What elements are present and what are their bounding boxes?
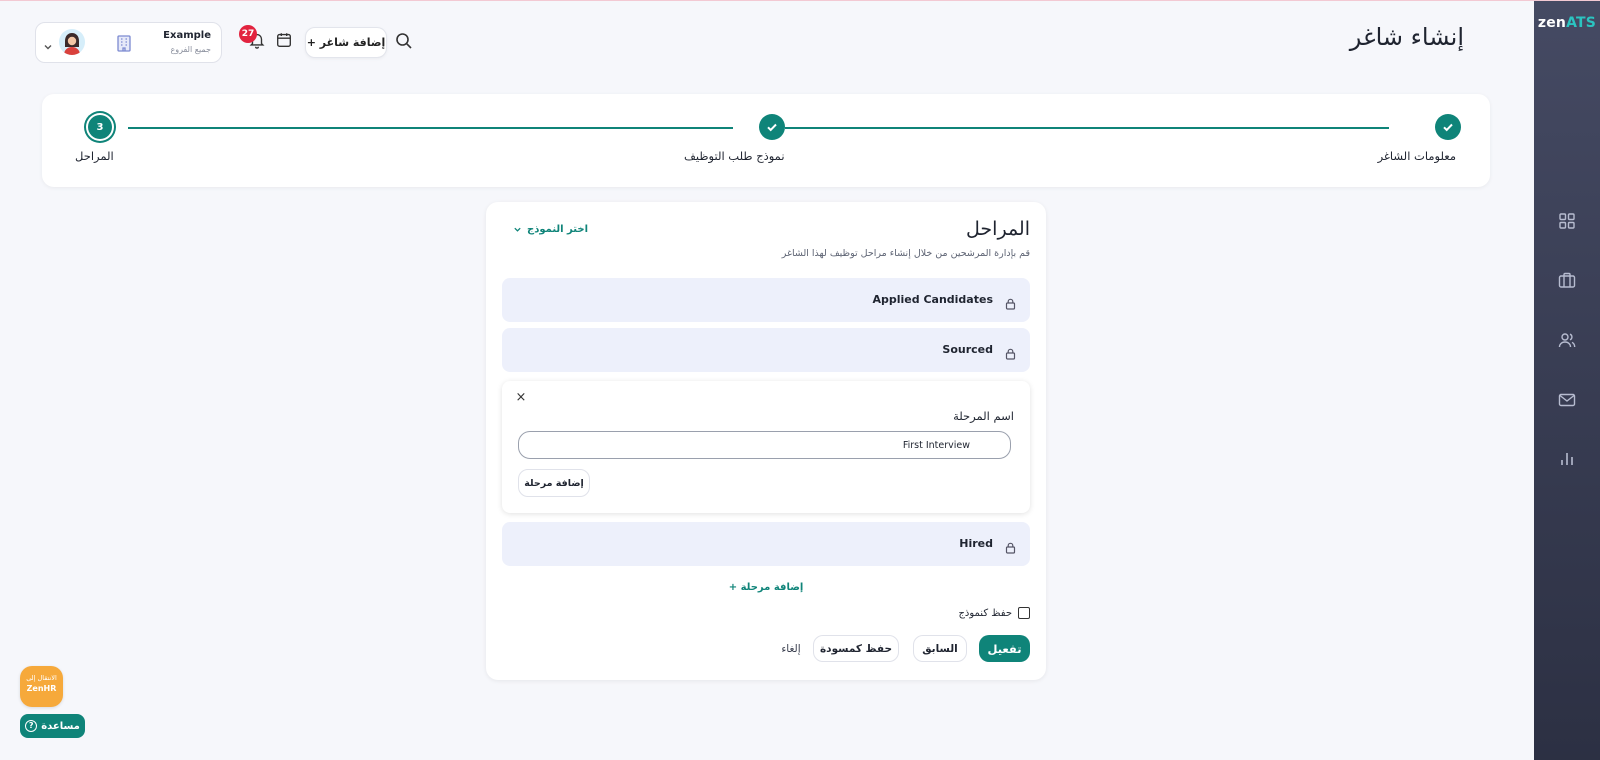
add-stage-button[interactable]: إضافة مرحلة [518,469,590,497]
new-stage-panel: × اسم المرحلة إضافة مرحلة [502,381,1030,513]
logo-text-ats: ATS [1566,15,1597,31]
add-job-button[interactable]: + إضافة شاغر [305,27,387,58]
stepper: معلومات الشاغر نموذج طلب التوظيف 3 المرا… [42,94,1490,187]
lock-icon [1005,539,1016,554]
activate-button[interactable]: تفعيل [979,635,1030,662]
users-icon[interactable] [1557,330,1577,350]
mail-icon[interactable] [1557,390,1577,410]
save-as-template-label: حفظ كنموذج [958,607,1012,619]
help-button[interactable]: مساعدة ? [20,714,85,738]
stage-name-input[interactable] [518,431,1011,459]
logo-text-zen: zen [1537,15,1567,31]
step-2-check-icon [759,114,785,140]
lock-icon [1005,345,1016,360]
help-label: مساعدة [41,720,80,732]
template-select-label: اختر النموذج [527,224,588,235]
stages-title: المراحل [966,218,1030,240]
step-connector [128,127,733,129]
save-draft-button[interactable]: حفظ كمسودة [813,635,899,662]
step-1-label: معلومات الشاغر [1377,149,1456,163]
step-2-label: نموذج طلب التوظيف [684,149,785,163]
calendar-icon[interactable] [275,31,293,49]
checkbox[interactable] [1018,607,1030,619]
stage-name: Hired [959,537,993,550]
page-title: إنشاء شاغر [1349,23,1464,51]
zenhr-line-2: ZenHR [26,684,57,693]
switch-to-zenhr-button[interactable]: الانتقال إلى ZenHR [20,666,63,707]
stage-row-applied: Applied Candidates [502,278,1030,322]
stage-row-hired: Hired [502,522,1030,566]
lock-icon [1005,295,1016,310]
stage-name: Sourced [942,343,993,356]
stages-description: قم بإدارة المرشحين من خلال إنشاء مراحل ت… [781,248,1030,259]
zenats-logo[interactable]: zenATS [1534,15,1600,31]
step-1-check-icon [1435,114,1461,140]
close-icon[interactable]: × [515,391,527,404]
notification-count-badge: 27 [239,25,257,43]
chevron-down-icon [43,37,53,50]
stage-row-sourced: Sourced [502,328,1030,372]
user-branch-selector[interactable]: Example جميع الفروع [35,22,222,63]
stage-name-label: اسم المرحلة [953,409,1014,423]
step-3-number: 3 [88,115,112,139]
user-name: Example [163,30,211,41]
step-3-label: المراحل [75,149,114,163]
user-branch: جميع الفروع [170,45,211,54]
avatar [59,29,85,55]
search-icon[interactable] [394,31,414,51]
sidebar: zenATS [1534,1,1600,760]
save-as-template-checkbox[interactable]: حفظ كنموذج [958,607,1030,619]
briefcase-icon[interactable] [1557,270,1577,290]
template-select[interactable]: اختر النموذج [513,224,588,235]
cancel-button[interactable]: إلغاء [776,635,806,662]
stages-card: المراحل اختر النموذج قم بإدارة المرشحين … [486,202,1046,680]
zenhr-line-1: الانتقال إلى [26,674,57,682]
previous-button[interactable]: السابق [913,635,967,662]
building-icon [114,34,134,52]
chevron-down-icon [514,227,521,232]
add-stage-link[interactable]: + إضافة مرحلة [486,582,1046,593]
step-connector [785,127,1389,129]
help-question-icon: ? [25,720,38,732]
bar-chart-icon[interactable] [1557,449,1577,469]
stage-name: Applied Candidates [872,293,993,306]
dashboard-grid-icon[interactable] [1557,211,1577,231]
